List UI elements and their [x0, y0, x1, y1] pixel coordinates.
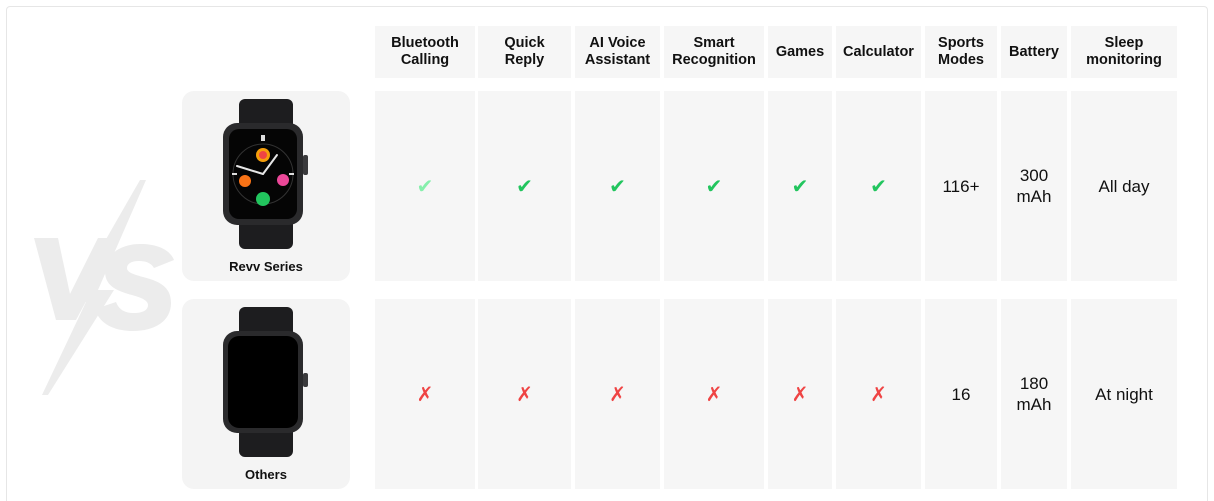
column-header-label: Quick Reply [504, 35, 545, 68]
check-icon: ✔ [870, 173, 887, 198]
cell-value: 300 mAh [1016, 166, 1052, 206]
cross-icon: ✗ [416, 381, 434, 406]
cell-value: 116+ [942, 176, 980, 196]
column-header-battery: Battery [1001, 26, 1067, 78]
check-icon: ✔ [609, 173, 626, 198]
cell-others-sports-modes: 16 [925, 299, 997, 489]
column-header-label: Smart Recognition [672, 35, 756, 68]
cell-others-games: ✗ [768, 299, 832, 489]
cell-revv-series-quick-reply: ✔ [478, 91, 571, 281]
cross-icon: ✗ [791, 381, 809, 406]
cell-others-sleep-monitoring: At night [1071, 299, 1177, 489]
cell-others-calculator: ✗ [836, 299, 921, 489]
column-header-games: Games [768, 26, 832, 78]
cross-icon: ✗ [870, 381, 887, 406]
cell-value: 180 mAh [1016, 374, 1052, 414]
cell-revv-series-sleep-monitoring: All day [1071, 91, 1177, 281]
check-icon: ✔ [791, 173, 809, 198]
cell-revv-series-ai-voice-assistant: ✔ [575, 91, 660, 281]
column-header-label: Battery [1009, 43, 1059, 60]
column-header-smart-recognition: Smart Recognition [664, 26, 764, 78]
column-header-label: Games [775, 43, 825, 60]
smartwatch-image [223, 307, 308, 457]
check-icon: ✔ [705, 173, 723, 198]
check-icon: ✔ [516, 173, 533, 198]
column-header-label: Bluetooth Calling [391, 35, 459, 68]
column-header-label: Sleep monitoring [1086, 35, 1162, 68]
column-header-label: AI Voice Assistant [584, 35, 651, 68]
product-name: Revv Series [229, 259, 303, 274]
column-header-bluetooth-calling: Bluetooth Calling [375, 26, 475, 78]
cell-revv-series-games: ✔ [768, 91, 832, 281]
cell-value: All day [1098, 176, 1150, 196]
cell-value: At night [1095, 384, 1153, 404]
cross-icon: ✗ [705, 381, 723, 406]
check-icon: ✔ [416, 173, 434, 198]
product-name: Others [245, 467, 287, 482]
cell-others-ai-voice-assistant: ✗ [575, 299, 660, 489]
cell-revv-series-battery: 300 mAh [1001, 91, 1067, 281]
column-header-label: Calculator [843, 43, 914, 60]
cell-others-smart-recognition: ✗ [664, 299, 764, 489]
cross-icon: ✗ [609, 381, 626, 406]
product-card-others: Others [182, 299, 350, 489]
smartwatch-image [223, 99, 308, 249]
column-header-ai-voice-assistant: AI Voice Assistant [575, 26, 660, 78]
column-header-quick-reply: Quick Reply [478, 26, 571, 78]
column-header-calculator: Calculator [836, 26, 921, 78]
product-card-revv: Revv Series [182, 91, 350, 281]
cell-others-bluetooth-calling: ✗ [375, 299, 475, 489]
vs-watermark-logo [34, 180, 174, 395]
column-header-sports-modes: Sports Modes [925, 26, 997, 78]
cell-revv-series-smart-recognition: ✔ [664, 91, 764, 281]
cross-icon: ✗ [516, 381, 533, 406]
column-header-sleep-monitoring: Sleep monitoring [1071, 26, 1177, 78]
cell-revv-series-bluetooth-calling: ✔ [375, 91, 475, 281]
cell-others-battery: 180 mAh [1001, 299, 1067, 489]
cell-revv-series-sports-modes: 116+ [925, 91, 997, 281]
column-header-label: Sports Modes [938, 35, 984, 68]
cell-revv-series-calculator: ✔ [836, 91, 921, 281]
cell-value: 16 [951, 384, 971, 404]
cell-others-quick-reply: ✗ [478, 299, 571, 489]
